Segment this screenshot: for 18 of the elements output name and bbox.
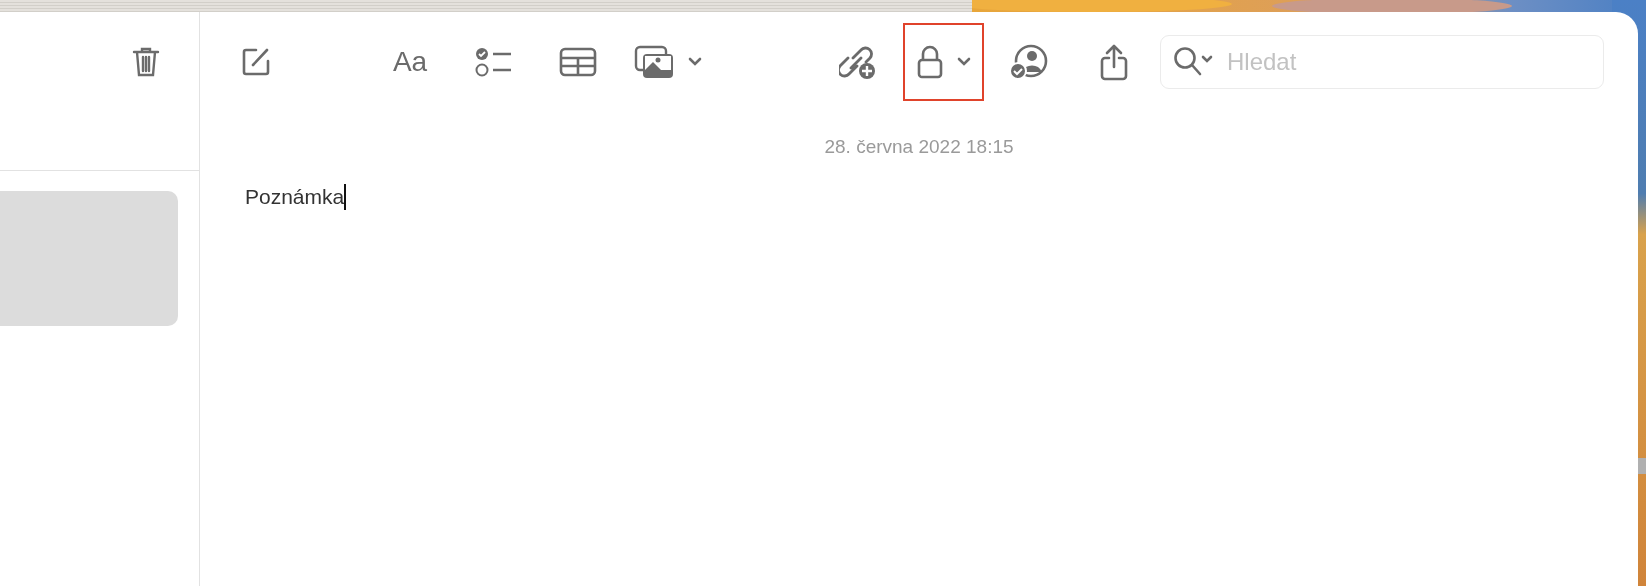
chevron-down-icon [956,57,971,67]
trash-icon [132,46,160,78]
photos-icon [634,45,674,79]
note-date: 28. června 2022 18:15 [824,136,1014,158]
lock-icon [916,45,943,79]
format-button[interactable]: Aa [370,23,450,101]
collaborate-icon [1009,44,1049,80]
search-field[interactable]: Hledat [1160,35,1604,89]
share-icon [1100,43,1128,81]
search-icon [1173,46,1215,78]
table-icon [559,47,597,77]
checklist-icon [475,46,513,78]
chevron-down-icon [688,57,702,67]
note-text[interactable]: Poznámka [245,185,345,209]
text-cursor [344,184,346,210]
link-add-icon [839,44,877,80]
compose-icon [240,46,272,78]
lock-button[interactable] [903,23,984,101]
